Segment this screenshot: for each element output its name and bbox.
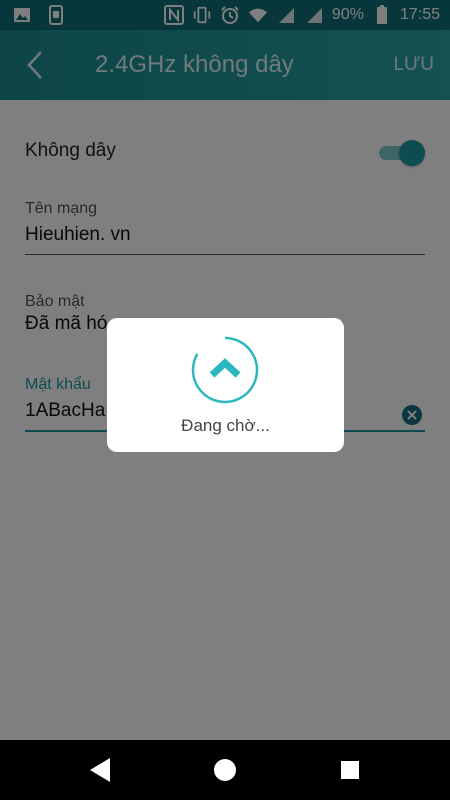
loading-spinner [191, 336, 259, 404]
nav-recents-button[interactable] [336, 756, 364, 784]
home-circle-icon [214, 759, 236, 781]
nav-home-button[interactable] [211, 756, 239, 784]
back-triangle-icon [90, 758, 110, 782]
loading-dialog: Đang chờ... [107, 318, 344, 452]
recents-square-icon [341, 761, 359, 779]
navigation-bar [0, 740, 450, 800]
chevron-up-icon [209, 358, 241, 378]
loading-message: Đang chờ... [181, 416, 270, 435]
nav-back-button[interactable] [86, 756, 114, 784]
